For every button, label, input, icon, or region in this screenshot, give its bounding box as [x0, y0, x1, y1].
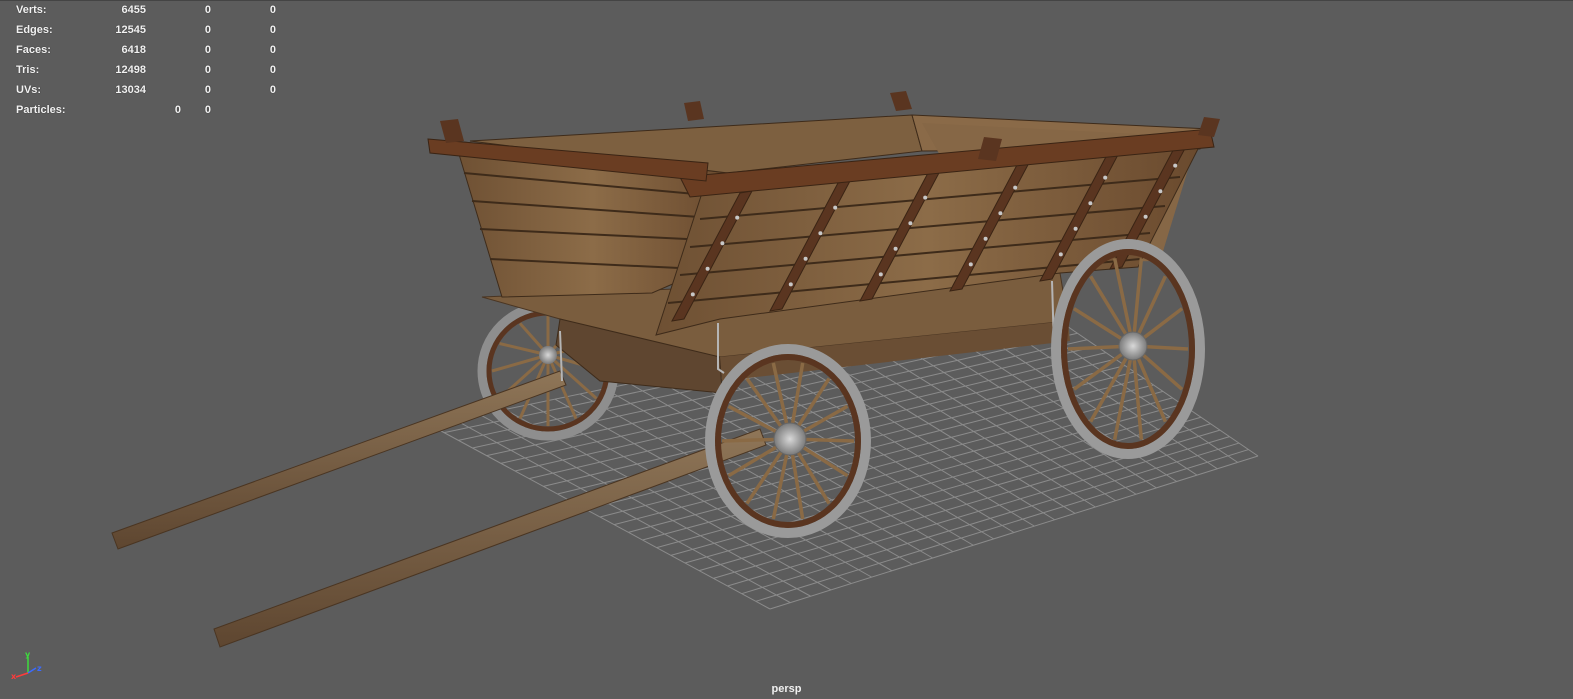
- rivet: [1058, 252, 1063, 257]
- rivet: [735, 215, 740, 220]
- hud-label: Particles:: [16, 104, 66, 116]
- rivet: [1088, 201, 1093, 206]
- shaft-right: [213, 428, 767, 648]
- rivet: [1173, 163, 1178, 168]
- hud-value: 6418: [121, 44, 146, 56]
- poly-count-hud: Verts: 6455 0 0 Edges: 12545 0 0 Faces: …: [16, 4, 276, 124]
- hud-value: 0: [204, 4, 211, 16]
- rivet: [788, 282, 793, 287]
- perspective-viewport[interactable]: Verts: 6455 0 0 Edges: 12545 0 0 Faces: …: [0, 0, 1573, 698]
- hud-value: 6455: [121, 4, 146, 16]
- rivet: [720, 241, 725, 246]
- hud-value: 0: [204, 104, 211, 116]
- hud-row-uvs: UVs: 13034 0 0: [16, 84, 276, 104]
- hud-row-tris: Tris: 12498 0 0: [16, 64, 276, 84]
- grid-line: [769, 455, 1259, 610]
- hud-value: 0: [204, 24, 211, 36]
- wheel-front-left: [705, 344, 871, 538]
- rivet: [803, 256, 808, 261]
- rivet: [705, 266, 710, 271]
- hud-value: 0: [269, 4, 276, 16]
- rivet: [818, 231, 823, 236]
- rivet: [998, 211, 1003, 216]
- hud-value: 0: [204, 64, 211, 76]
- grid-line: [755, 449, 1249, 602]
- rivet: [1013, 185, 1018, 190]
- hud-row-particles: Particles: 0 0: [16, 104, 276, 124]
- rivet: [1143, 214, 1148, 219]
- hud-label: Verts:: [16, 4, 47, 16]
- hud-row-faces: Faces: 6418 0 0: [16, 44, 276, 64]
- hud-value: 0: [204, 44, 211, 56]
- rivet: [690, 292, 695, 297]
- rivet: [878, 272, 883, 277]
- rivet: [1073, 226, 1078, 231]
- wheel-front-right: [1051, 239, 1205, 459]
- rivet: [908, 221, 913, 226]
- axis-x-label: x: [11, 672, 17, 681]
- rivet: [1158, 189, 1163, 194]
- hud-value: 0: [269, 24, 276, 36]
- hud-value: 0: [269, 64, 276, 76]
- rivet: [893, 246, 898, 251]
- shaft-left: [111, 370, 567, 550]
- hud-row-verts: Verts: 6455 0 0: [16, 4, 276, 24]
- hud-value: 12545: [115, 24, 146, 36]
- camera-name-label: persp: [771, 683, 802, 695]
- hud-value: 13034: [115, 84, 146, 96]
- hud-value: 12498: [115, 64, 146, 76]
- axis-z-label: z: [37, 664, 42, 673]
- axis-gizmo-icon: y x z: [11, 651, 42, 681]
- rivet: [968, 262, 973, 267]
- rivet: [833, 205, 838, 210]
- rivet: [923, 195, 928, 200]
- axis-y-label: y: [25, 651, 31, 659]
- rivet: [1103, 175, 1108, 180]
- hud-value: 0: [204, 84, 211, 96]
- hud-value: 0: [269, 44, 276, 56]
- hud-label: UVs:: [16, 84, 42, 96]
- hud-value: 0: [269, 84, 276, 96]
- hud-label: Edges:: [16, 24, 53, 36]
- hud-label: Tris:: [16, 64, 40, 76]
- hud-label: Faces:: [16, 44, 51, 56]
- rivet: [983, 236, 988, 241]
- hud-row-edges: Edges: 12545 0 0: [16, 24, 276, 44]
